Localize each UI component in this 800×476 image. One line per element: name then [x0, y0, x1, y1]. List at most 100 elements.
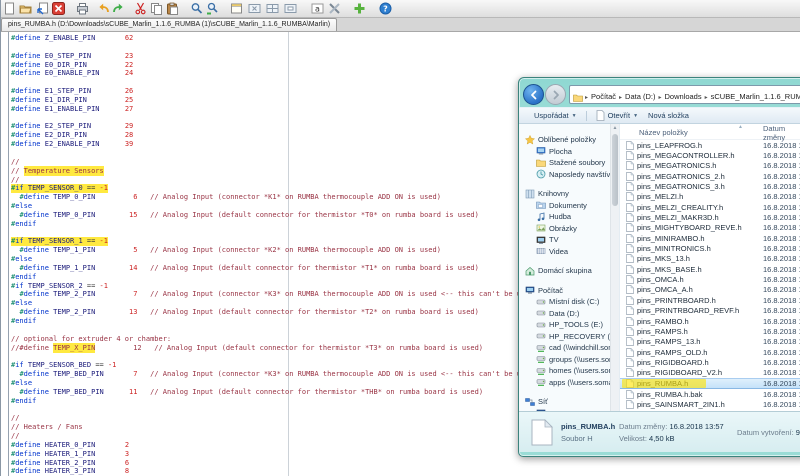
file-row[interactable]: pins_MINIRAMBO.h16.8.2018 13:57: [620, 233, 800, 243]
open-button[interactable]: Otevřít ▼: [591, 110, 643, 121]
nav-scrollbar-thumb[interactable]: [612, 134, 618, 206]
new-window-icon[interactable]: [230, 2, 243, 15]
network-icon: [525, 397, 535, 407]
sidebar-item[interactable]: HP_TOOLS (E:): [519, 319, 619, 331]
file-date: 16.8.2018 13:57: [759, 327, 800, 336]
file-row[interactable]: pins_MELZI_MAKR3D.h16.8.2018 13:57: [620, 212, 800, 222]
code-line[interactable]: #define HEATER_2_PIN 6: [11, 459, 800, 468]
sidebar-item[interactable]: APS: [519, 408, 619, 412]
file-date: 16.8.2018 13:57: [759, 337, 800, 346]
file-row[interactable]: pins_OMCA.h16.8.2018 13:57: [620, 274, 800, 284]
sidebar-item[interactable]: Domácí skupina: [519, 265, 619, 277]
sidebar-item[interactable]: Data (D:): [519, 308, 619, 320]
tools-icon[interactable]: [328, 2, 341, 15]
file-row[interactable]: pins_MIGHTYBOARD_REVE.h16.8.2018 13:57: [620, 223, 800, 233]
column-header-date[interactable]: Datum změny: [759, 124, 800, 142]
file-h-icon: [626, 223, 634, 232]
breadcrumb-item[interactable]: Počítač: [589, 92, 618, 101]
file-row[interactable]: pins_RAMPS.h16.8.2018 13:57: [620, 326, 800, 336]
copy-icon[interactable]: [150, 2, 163, 15]
sidebar-item[interactable]: Plocha: [519, 146, 619, 158]
sidebar-item[interactable]: apps (\\users.soma.cz) (Z:): [519, 377, 619, 389]
file-row[interactable]: pins_OMCA_A.h16.8.2018 13:57: [620, 285, 800, 295]
find-replace-icon[interactable]: [206, 2, 219, 15]
open-folder-icon[interactable]: [19, 2, 32, 15]
file-row[interactable]: pins_MEGATRONICS.h16.8.2018 13:57: [620, 161, 800, 171]
window-tile-icon[interactable]: [266, 2, 279, 15]
undo-icon[interactable]: [97, 2, 110, 15]
sidebar-item[interactable]: Oblíbené položky: [519, 134, 619, 146]
file-row[interactable]: pins_MKS_BASE.h16.8.2018 13:57: [620, 264, 800, 274]
file-row[interactable]: pins_RAMBO.h16.8.2018 13:57: [620, 316, 800, 326]
code-line[interactable]: #define Z_ENABLE_PIN 62: [11, 34, 800, 43]
code-line[interactable]: [11, 43, 800, 52]
sidebar-item[interactable]: TV: [519, 234, 619, 246]
sidebar-item[interactable]: homes (\\users.soma.cz): [519, 365, 619, 377]
address-bar[interactable]: ▸Počítač▸Data (D:)▸Downloads▸sCUBE_Marli…: [569, 85, 800, 104]
file-row[interactable]: pins_MELZI_CREALITY.h16.8.2018 13:57: [620, 202, 800, 212]
new-file-icon[interactable]: [3, 2, 16, 15]
file-row[interactable]: pins_MELZI.h16.8.2018 13:57: [620, 192, 800, 202]
scroll-up-icon[interactable]: ▲: [611, 124, 619, 133]
sidebar-item[interactable]: groups (\\users.soma.cz): [519, 354, 619, 366]
sidebar-item[interactable]: Naposledy navštívené: [519, 169, 619, 181]
nav-scrollbar[interactable]: ▲: [610, 124, 619, 411]
sidebar-item[interactable]: Stažené soubory: [519, 157, 619, 169]
sidebar-item[interactable]: Počítač: [519, 285, 619, 297]
breadcrumb-item[interactable]: Data (D:): [623, 92, 657, 101]
file-row[interactable]: pins_MKS_13.h16.8.2018 13:57: [620, 254, 800, 264]
help-icon[interactable]: ?: [379, 2, 392, 15]
file-row[interactable]: pins_RAMPS_OLD.h16.8.2018 13:57: [620, 347, 800, 357]
sidebar-item[interactable]: Knihovny: [519, 188, 619, 200]
sidebar-item[interactable]: cad (\\windchill.soma.cz): [519, 342, 619, 354]
file-row[interactable]: pins_MEGATRONICS_2.h16.8.2018 13:57: [620, 171, 800, 181]
editor-tab[interactable]: pins_RUMBA.h (D:\Downloads\sCUBE_Marlin_…: [1, 18, 337, 31]
file-row[interactable]: pins_MINITRONICS.h16.8.2018 13:57: [620, 243, 800, 253]
file-row[interactable]: pins_RUMBA.h.bak16.8.2018 13:57: [620, 389, 800, 399]
code-line[interactable]: #define HEATER_3_PIN 8: [11, 467, 800, 476]
redo-icon[interactable]: [112, 2, 125, 15]
homegroup-icon: [525, 266, 535, 276]
file-row[interactable]: pins_SAINSMART_2IN1.h16.8.2018 13:57: [620, 400, 800, 410]
forward-button[interactable]: [545, 84, 566, 105]
breadcrumb-item[interactable]: sCUBE_Marlin_1.1.6_RUMBA (1): [709, 92, 800, 101]
font-icon[interactable]: a: [311, 2, 324, 15]
cut-icon[interactable]: [134, 2, 147, 15]
file-row[interactable]: pins_RAMPS_13.h16.8.2018 13:57: [620, 337, 800, 347]
window-close-icon[interactable]: [248, 2, 261, 15]
sidebar-item[interactable]: Obrázky: [519, 223, 619, 235]
sidebar-item[interactable]: Místní disk (C:): [519, 296, 619, 308]
close-file-icon[interactable]: [52, 2, 65, 15]
file-row[interactable]: pins_PRINTRBOARD_REVF.h16.8.2018 13:57: [620, 306, 800, 316]
file-row[interactable]: pins_MEGATRONICS_3.h16.8.2018 13:57: [620, 181, 800, 191]
sidebar-item[interactable]: Videa: [519, 246, 619, 258]
videos-icon: [536, 246, 546, 256]
file-row-selected[interactable]: pins_RUMBA.h16.8.2018 13:57: [620, 378, 800, 389]
add-icon[interactable]: [353, 2, 366, 15]
file-row[interactable]: pins_MEGACONTROLLER.h16.8.2018 13:57: [620, 150, 800, 160]
organize-button[interactable]: Uspořádat ▼: [529, 111, 582, 120]
file-row[interactable]: pins_LEAPFROG.h16.8.2018 13:57: [620, 140, 800, 150]
sort-ascending-icon: ▲: [738, 124, 743, 130]
sidebar-item[interactable]: Síť: [519, 396, 619, 408]
sidebar-item-label: HP_TOOLS (E:): [549, 320, 603, 329]
file-row[interactable]: pins_RIGIDBOARD.h16.8.2018 13:57: [620, 357, 800, 367]
sidebar-item[interactable]: Hudba: [519, 211, 619, 223]
sidebar-item[interactable]: HP_RECOVERY (G:): [519, 331, 619, 343]
print-icon[interactable]: [76, 2, 89, 15]
code-text: #endif: [11, 273, 36, 281]
new-folder-button[interactable]: Nová složka: [643, 111, 694, 120]
sidebar-item[interactable]: Dokumenty: [519, 200, 619, 212]
find-icon[interactable]: [190, 2, 203, 15]
code-line[interactable]: #define E0_STEP_PIN 23: [11, 52, 800, 61]
window-cascade-icon[interactable]: [284, 2, 297, 15]
file-row[interactable]: pins_RIGIDBOARD_V2.h16.8.2018 13:57: [620, 368, 800, 378]
paste-icon[interactable]: [166, 2, 179, 15]
file-h-icon: [626, 234, 634, 243]
back-button[interactable]: [523, 84, 544, 105]
hdd-icon: [536, 320, 546, 330]
sidebar-item-label: apps (\\users.soma.cz) (Z:): [549, 378, 619, 387]
save-as-icon[interactable]: [36, 2, 49, 15]
breadcrumb-item[interactable]: Downloads: [662, 92, 703, 101]
file-row[interactable]: pins_PRINTRBOARD.h16.8.2018 13:57: [620, 295, 800, 305]
